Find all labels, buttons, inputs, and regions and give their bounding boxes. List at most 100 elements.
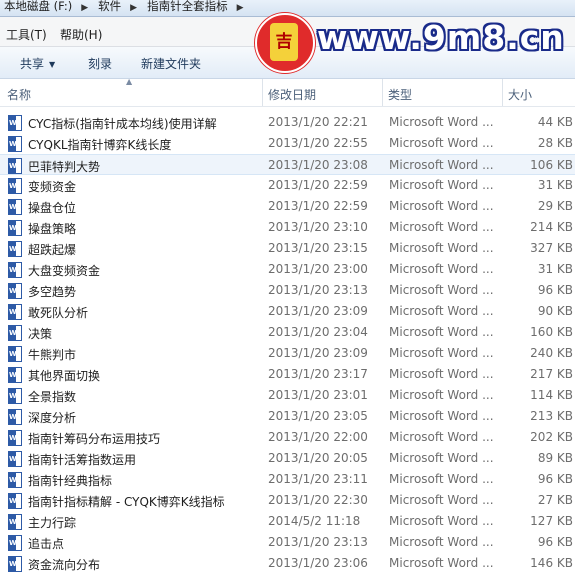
breadcrumb-arrow-icon[interactable]: ▶ [124,2,143,14]
file-name: 指南针活筹指数运用 [28,453,137,467]
file-row[interactable]: 变频资金 2013/1/20 22:59 Microsoft Word ... 31 … [0,175,575,196]
burn-button[interactable]: 刻录 [88,55,112,72]
column-divider[interactable] [382,79,383,106]
file-size: 44 KB [537,115,573,129]
column-header: ▲ 名称 修改日期 类型 大小 [0,77,575,107]
file-size: 96 KB [537,472,573,486]
word-document-icon [8,136,22,152]
file-modified-date: 2013/1/20 22:21 [268,115,368,129]
file-type: Microsoft Word ... [389,136,494,150]
file-size: 127 KB [530,514,573,528]
file-row[interactable]: 其他界面切换 2013/1/20 23:17 Microsoft Word ... 2… [0,364,575,385]
breadcrumb-arrow-icon[interactable]: ▶ [231,2,250,14]
menu-help[interactable]: 帮助(H) [60,26,102,43]
file-type: Microsoft Word ... [389,304,494,318]
word-document-icon [8,178,22,194]
file-row[interactable]: 指南针经典指标 2013/1/20 23:11 Microsoft Word ...… [0,469,575,490]
file-name: 敢死队分析 [28,306,89,320]
file-name: 指南针指标精解 - CYQK博弈K线指标 [28,495,225,509]
file-name: 牛熊判市 [28,348,77,362]
column-date[interactable]: 修改日期 [268,86,316,103]
file-modified-date: 2014/5/2 11:18 [268,514,361,528]
word-document-icon [8,220,22,236]
file-size: 213 KB [530,409,573,423]
word-document-icon [8,199,22,215]
file-row[interactable]: 操盘策略 2013/1/20 23:10 Microsoft Word ... 214… [0,217,575,238]
new-folder-button[interactable]: 新建文件夹 [141,55,201,72]
chevron-down-icon: ▼ [49,60,56,69]
file-type: Microsoft Word ... [389,241,494,255]
file-row[interactable]: 资金流向分布 2013/1/20 23:06 Microsoft Word ... 1… [0,553,575,574]
file-name: 变频资金 [28,180,77,194]
file-size: 31 KB [537,262,573,276]
file-name: 巴菲特判大势 [28,160,101,174]
breadcrumb-arrow-icon[interactable]: ▶ [75,2,94,14]
file-row[interactable]: 决策 2013/1/20 23:04 Microsoft Word ... 160 K… [0,322,575,343]
file-name: 多空趋势 [28,285,77,299]
file-type: Microsoft Word ... [389,451,494,465]
file-name: 操盘仓位 [28,201,77,215]
column-divider[interactable] [262,79,263,106]
word-document-icon [8,262,22,278]
word-document-icon [8,367,22,383]
file-modified-date: 2013/1/20 23:17 [268,367,368,381]
file-type: Microsoft Word ... [389,556,494,570]
file-row[interactable]: 敢死队分析 2013/1/20 23:09 Microsoft Word ... 90… [0,301,575,322]
file-name: 操盘策略 [28,222,77,236]
breadcrumb-drive[interactable]: 本地磁盘 (F:) [0,0,75,12]
breadcrumb-current-folder[interactable]: 指南针全套指标 [143,0,231,12]
file-row[interactable]: 指南针指标精解 - CYQK博弈K线指标 2013/1/20 22:30 Micro… [0,490,575,511]
column-divider[interactable] [502,79,503,106]
file-size: 90 KB [537,304,573,318]
file-row[interactable]: 牛熊判市 2013/1/20 23:09 Microsoft Word ... 240… [0,343,575,364]
file-row[interactable]: 指南针筹码分布运用技巧 2013/1/20 22:00 Microsoft Word… [0,427,575,448]
file-row[interactable]: 大盘变频资金 2013/1/20 23:00 Microsoft Word ... 3… [0,259,575,280]
file-size: 202 KB [530,430,573,444]
file-modified-date: 2013/1/20 20:05 [268,451,368,465]
file-row[interactable]: CYC指标(指南针成本均线)使用详解 2013/1/20 22:21 Microso… [0,112,575,133]
file-size: 28 KB [537,136,573,150]
file-row[interactable]: 操盘仓位 2013/1/20 22:59 Microsoft Word ... 29 … [0,196,575,217]
file-type: Microsoft Word ... [389,158,494,172]
file-row[interactable]: 多空趋势 2013/1/20 23:13 Microsoft Word ... 96 … [0,280,575,301]
file-row[interactable]: 主力行踪 2014/5/2 11:18 Microsoft Word ... 127 … [0,511,575,532]
word-document-icon [8,325,22,341]
file-modified-date: 2013/1/20 22:00 [268,430,368,444]
file-row[interactable]: CYQKL指南针博弈K线长度 2013/1/20 22:55 Microsoft W… [0,133,575,154]
file-type: Microsoft Word ... [389,325,494,339]
file-row[interactable]: 超跌起爆 2013/1/20 23:15 Microsoft Word ... 327… [0,238,575,259]
file-size: 89 KB [537,451,573,465]
share-button[interactable]: 共享 ▼ [20,55,55,72]
word-document-icon [8,115,22,131]
file-name: 指南针经典指标 [28,474,113,488]
file-type: Microsoft Word ... [389,283,494,297]
file-name: 大盘变频资金 [28,264,101,278]
breadcrumb-software[interactable]: 软件 [94,0,124,12]
file-type: Microsoft Word ... [389,367,494,381]
watermark-logo-text: 吉 [270,23,298,61]
file-name: 决策 [28,327,53,341]
word-document-icon [8,346,22,362]
column-type[interactable]: 类型 [388,86,412,103]
file-name: 指南针筹码分布运用技巧 [28,432,161,446]
file-type: Microsoft Word ... [389,115,494,129]
file-type: Microsoft Word ... [389,493,494,507]
sort-ascending-icon: ▲ [126,77,133,86]
column-size[interactable]: 大小 [508,86,532,103]
file-modified-date: 2013/1/20 23:09 [268,304,368,318]
column-name[interactable]: 名称 [7,86,31,103]
file-modified-date: 2013/1/20 22:59 [268,178,368,192]
file-size: 327 KB [530,241,573,255]
file-row[interactable]: 深度分析 2013/1/20 23:05 Microsoft Word ... 213… [0,406,575,427]
file-modified-date: 2013/1/20 23:01 [268,388,368,402]
menu-tools[interactable]: 工具(T) [6,26,47,43]
file-row[interactable]: 追击点 2013/1/20 23:13 Microsoft Word ... 96 K… [0,532,575,553]
file-size: 214 KB [530,220,573,234]
file-row[interactable]: 巴菲特判大势 2013/1/20 23:08 Microsoft Word ... 1… [0,154,575,175]
file-name: 其他界面切换 [28,369,101,383]
file-modified-date: 2013/1/20 22:59 [268,199,368,213]
file-row[interactable]: 指南针活筹指数运用 2013/1/20 20:05 Microsoft Word .… [0,448,575,469]
file-name: 资金流向分布 [28,558,101,572]
file-row[interactable]: 全景指数 2013/1/20 23:01 Microsoft Word ... 114… [0,385,575,406]
file-size: 96 KB [537,283,573,297]
